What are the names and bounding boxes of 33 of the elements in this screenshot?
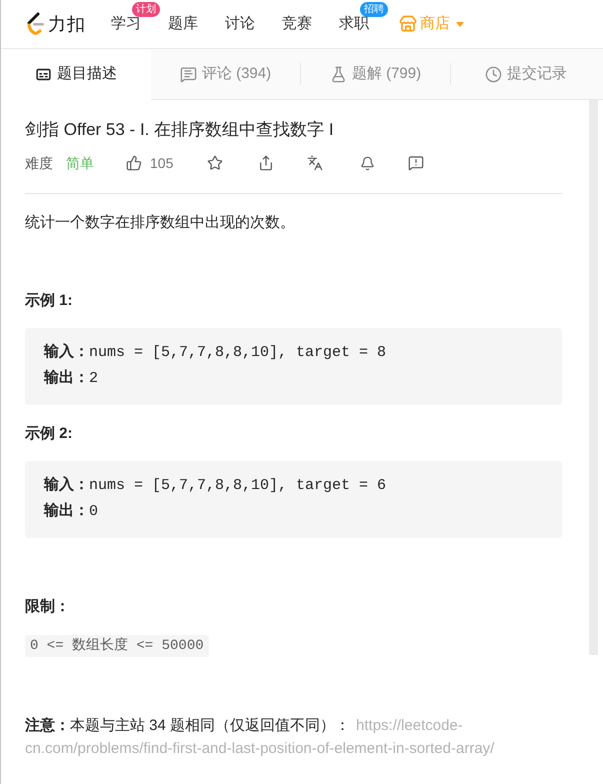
problem-title: 剑指 Offer 53 - I. 在排序数组中查找数字 I bbox=[25, 119, 335, 141]
nav-badge: 招聘 bbox=[360, 2, 388, 17]
example-heading: 示例 2: bbox=[25, 424, 74, 444]
logo-icon[interactable] bbox=[25, 12, 45, 36]
nav-link[interactable]: 讨论 bbox=[225, 13, 255, 35]
problem-description: 统计一个数字在排序数组中出现的次数。 bbox=[25, 213, 296, 233]
caret-icon bbox=[456, 22, 464, 26]
inline-code: 0 <= 数组长度 <= 50000 bbox=[25, 635, 209, 657]
feedback-icon[interactable] bbox=[408, 155, 424, 171]
comment-icon bbox=[180, 66, 197, 82]
example-heading: 示例 1: bbox=[25, 291, 74, 311]
nav-link[interactable]: 题库 bbox=[168, 13, 198, 35]
thumbs-up-icon bbox=[126, 155, 142, 171]
logo-text[interactable]: 力扣 bbox=[48, 10, 86, 38]
bell-icon[interactable] bbox=[360, 156, 376, 170]
difficulty-label: 难度 bbox=[25, 154, 53, 172]
note-text: 注意：本题与主站 34 题相同（仅返回值不同）： https://leetcode-cn.com/problems/find-first-and-last-position-of-element-in-sorted-array/ bbox=[25, 714, 562, 760]
flask-icon bbox=[330, 66, 347, 82]
star-icon[interactable] bbox=[207, 155, 224, 171]
translate-icon[interactable] bbox=[307, 155, 324, 171]
example-line: 输入：nums = [5,7,7,8,8,10], target = 8 bbox=[44, 342, 386, 363]
constraints-heading: 限制： bbox=[25, 597, 71, 617]
text-card-icon bbox=[35, 66, 52, 83]
share-icon[interactable] bbox=[258, 155, 274, 171]
nav-badge: 计划 bbox=[132, 2, 160, 17]
example-line: 输出：0 bbox=[44, 501, 98, 522]
like-button[interactable]: 105 bbox=[126, 152, 174, 174]
example-line: 输出：2 bbox=[44, 368, 98, 389]
clock-icon bbox=[485, 66, 502, 82]
store-icon bbox=[399, 15, 417, 33]
example-line: 输入：nums = [5,7,7,8,8,10], target = 6 bbox=[44, 475, 386, 496]
difficulty-value: 简单 bbox=[66, 154, 94, 172]
nav-link[interactable]: 竞赛 bbox=[282, 13, 312, 35]
